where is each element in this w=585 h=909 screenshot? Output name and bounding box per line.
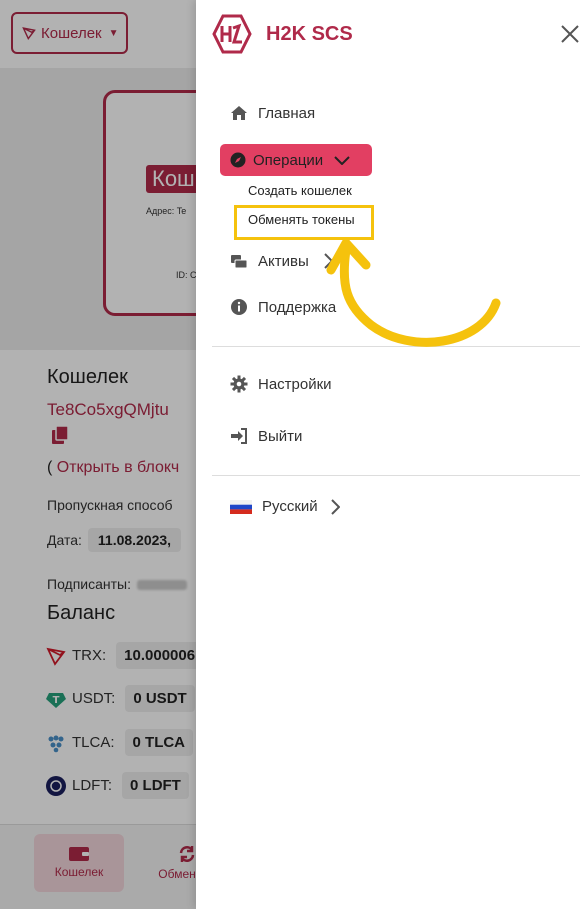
menu-divider <box>212 475 580 476</box>
chevron-right-icon <box>324 253 333 269</box>
gear-icon <box>230 375 248 393</box>
assets-icon <box>231 255 248 269</box>
brand: H2K SCS <box>212 14 353 54</box>
logout-icon <box>231 428 247 444</box>
menu-item-operations[interactable]: Операции <box>220 144 372 176</box>
menu-item-label: Операции <box>253 151 324 169</box>
submenu-create-wallet[interactable]: Создать кошелек <box>248 183 352 198</box>
brand-name: H2K SCS <box>266 22 353 45</box>
chevron-down-icon <box>334 156 350 165</box>
menu-item-label: Активы <box>258 252 309 270</box>
info-icon <box>231 299 247 315</box>
menu-item-support[interactable]: Поддержка <box>230 298 336 316</box>
flag-ru-icon <box>230 499 252 514</box>
menu-item-label: Выйти <box>258 427 303 445</box>
menu-item-label: Настройки <box>258 375 332 393</box>
language-selector[interactable]: Русский <box>230 498 340 515</box>
language-label: Русский <box>262 498 318 515</box>
side-drawer: H2K SCS Главная Операции Создать кошелек… <box>196 0 585 909</box>
h2k-logo <box>212 14 252 54</box>
compass-icon <box>230 152 246 168</box>
chevron-right-icon <box>330 498 340 515</box>
menu-item-home[interactable]: Главная <box>230 104 315 122</box>
menu-item-logout[interactable]: Выйти <box>230 427 302 445</box>
menu-item-assets[interactable]: Активы <box>230 252 333 270</box>
menu-item-label: Главная <box>258 104 316 122</box>
menu-divider <box>212 346 580 347</box>
highlight-box <box>234 205 374 240</box>
annotation-arrow <box>326 238 501 347</box>
close-icon[interactable] <box>559 23 581 45</box>
menu-item-settings[interactable]: Настройки <box>230 375 332 393</box>
home-icon <box>231 106 247 120</box>
menu-item-label: Поддержка <box>258 298 337 316</box>
